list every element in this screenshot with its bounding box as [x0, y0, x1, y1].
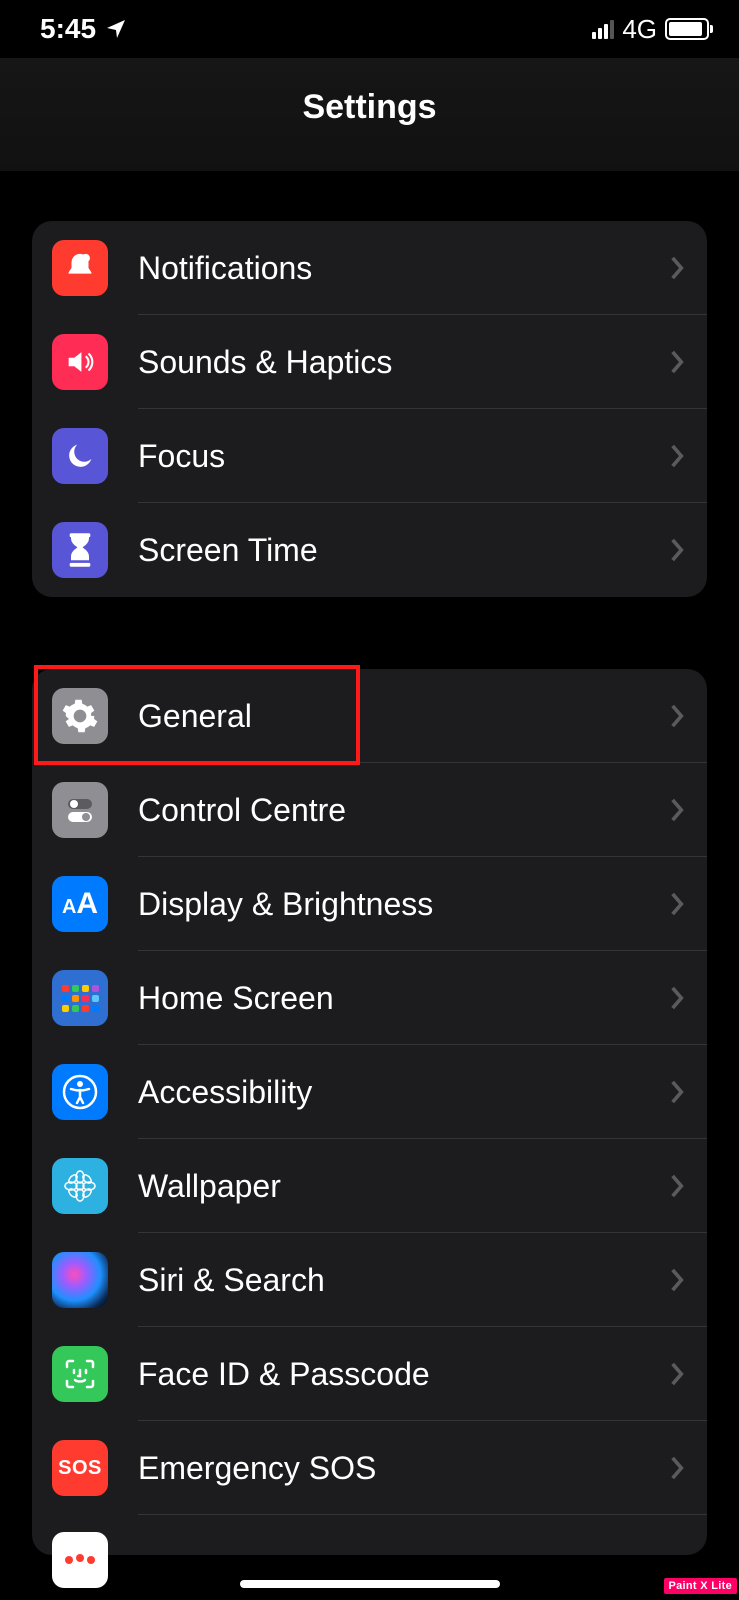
row-label: Display & Brightness: [138, 886, 669, 923]
chevron-right-icon: [669, 537, 685, 563]
row-control-centre[interactable]: Control Centre: [32, 763, 707, 857]
settings-group-1: Notifications Sounds & Haptics F: [32, 221, 707, 597]
switches-icon: [52, 782, 108, 838]
chevron-right-icon: [669, 1079, 685, 1105]
row-accessibility[interactable]: Accessibility: [32, 1045, 707, 1139]
row-label: Siri & Search: [138, 1262, 669, 1299]
row-label: Screen Time: [138, 532, 669, 569]
row-general[interactable]: General: [32, 669, 707, 763]
battery-icon: [665, 18, 709, 40]
row-wallpaper[interactable]: Wallpaper: [32, 1139, 707, 1233]
row-label: Notifications: [138, 250, 669, 287]
gear-icon: [52, 688, 108, 744]
row-label: Face ID & Passcode: [138, 1356, 669, 1393]
chevron-right-icon: [669, 797, 685, 823]
watermark-badge: Paint X Lite: [664, 1578, 738, 1594]
row-label: Home Screen: [138, 980, 669, 1017]
chevron-right-icon: [669, 985, 685, 1011]
chevron-right-icon: [669, 1361, 685, 1387]
row-label: Sounds & Haptics: [138, 344, 669, 381]
status-right: 4G: [592, 14, 709, 45]
row-label: Accessibility: [138, 1074, 669, 1111]
status-left: 5:45: [30, 13, 128, 45]
status-bar: 5:45 4G: [0, 0, 739, 58]
row-display-brightness[interactable]: AA Display & Brightness: [32, 857, 707, 951]
chevron-right-icon: [669, 443, 685, 469]
speaker-icon: [52, 334, 108, 390]
siri-icon: [52, 1252, 108, 1308]
row-label: Control Centre: [138, 792, 669, 829]
chevron-right-icon: [669, 1173, 685, 1199]
row-exposure-partial[interactable]: [32, 1515, 707, 1555]
row-emergency-sos[interactable]: SOS Emergency SOS: [32, 1421, 707, 1515]
nav-header: Settings: [0, 58, 739, 171]
exposure-icon: [52, 1532, 108, 1588]
row-focus[interactable]: Focus: [32, 409, 707, 503]
status-time: 5:45: [40, 13, 96, 45]
row-screen-time[interactable]: Screen Time: [32, 503, 707, 597]
chevron-right-icon: [669, 349, 685, 375]
sos-icon: SOS: [52, 1440, 108, 1496]
chevron-right-icon: [669, 255, 685, 281]
chevron-right-icon: [669, 1455, 685, 1481]
accessibility-icon: [52, 1064, 108, 1120]
grid-icon: [52, 970, 108, 1026]
home-indicator[interactable]: [240, 1580, 500, 1588]
cellular-signal-icon: [592, 19, 614, 39]
settings-content: Notifications Sounds & Haptics F: [0, 221, 739, 1555]
chevron-right-icon: [669, 703, 685, 729]
row-label: General: [138, 698, 669, 735]
faceid-icon: [52, 1346, 108, 1402]
row-home-screen[interactable]: Home Screen: [32, 951, 707, 1045]
row-label: Emergency SOS: [138, 1450, 669, 1487]
page-title: Settings: [0, 88, 739, 127]
flower-icon: [52, 1158, 108, 1214]
row-sounds-haptics[interactable]: Sounds & Haptics: [32, 315, 707, 409]
chevron-right-icon: [669, 891, 685, 917]
chevron-right-icon: [669, 1267, 685, 1293]
row-faceid-passcode[interactable]: Face ID & Passcode: [32, 1327, 707, 1421]
hourglass-icon: [52, 522, 108, 578]
bell-icon: [52, 240, 108, 296]
row-label: Focus: [138, 438, 669, 475]
row-label: Wallpaper: [138, 1168, 669, 1205]
network-label: 4G: [622, 14, 657, 45]
settings-group-2: General Control Centre AA Display &: [32, 669, 707, 1555]
moon-icon: [52, 428, 108, 484]
row-notifications[interactable]: Notifications: [32, 221, 707, 315]
location-icon: [104, 17, 128, 41]
row-siri-search[interactable]: Siri & Search: [32, 1233, 707, 1327]
aa-icon: AA: [52, 876, 108, 932]
